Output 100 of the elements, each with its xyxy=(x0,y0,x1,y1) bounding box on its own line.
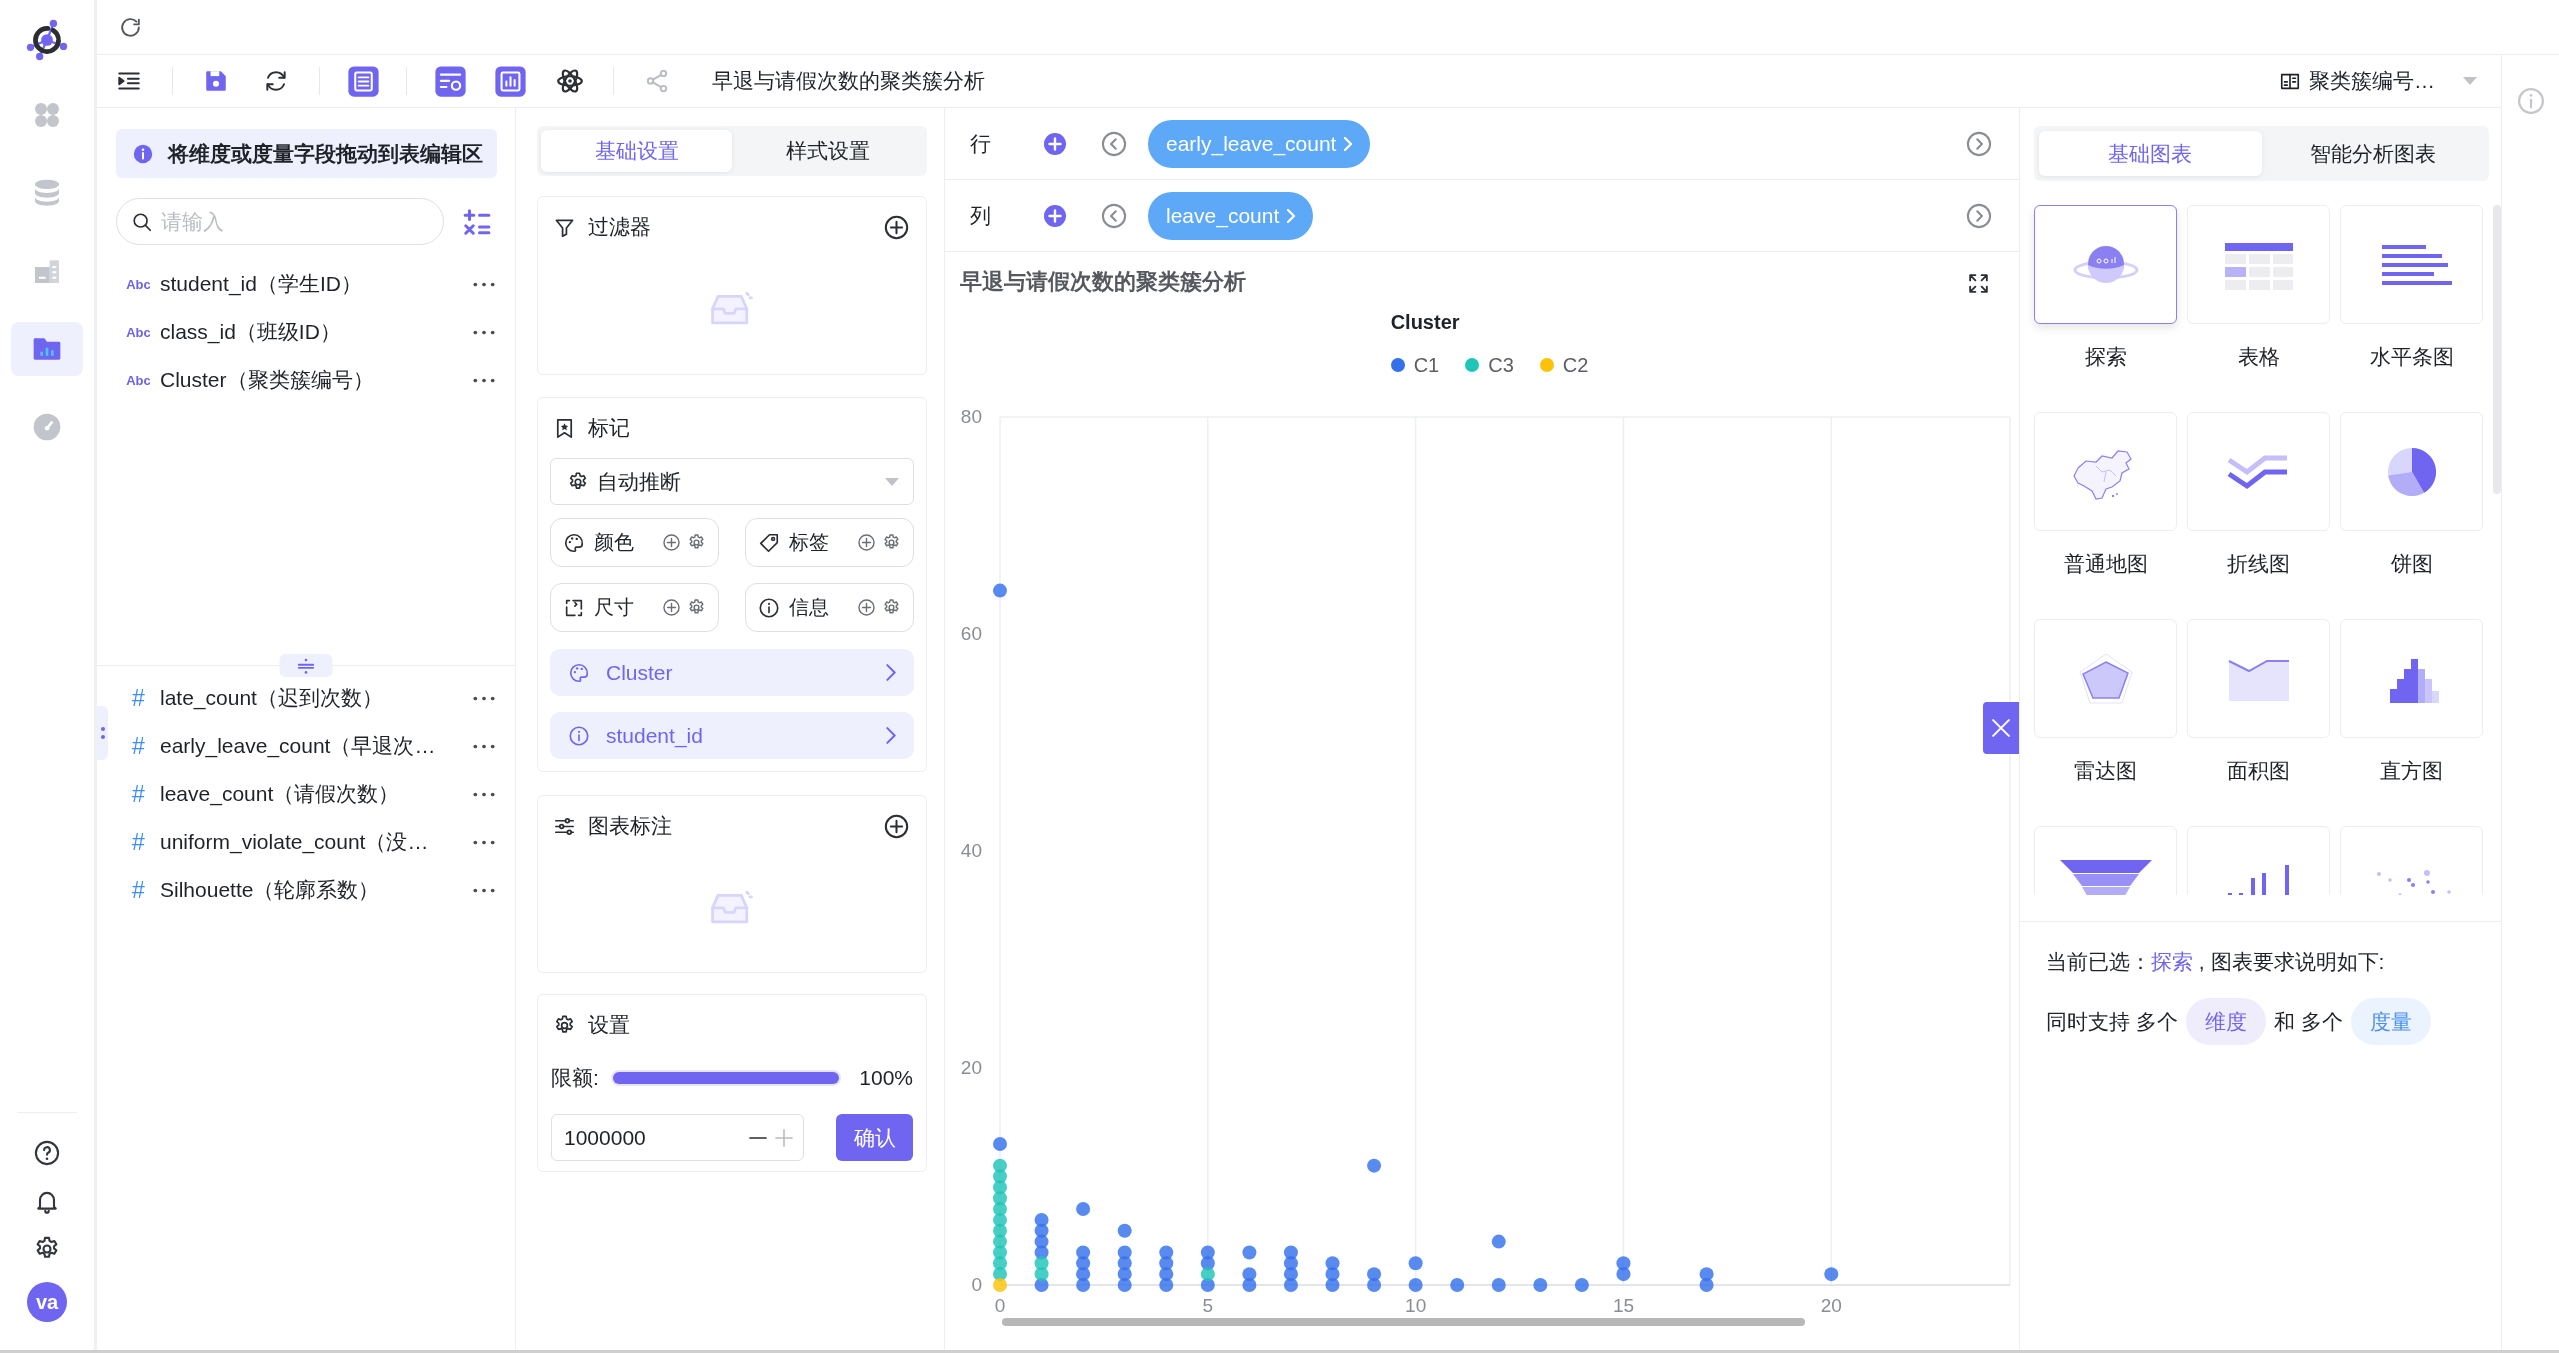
scrollbar[interactable] xyxy=(2493,205,2501,494)
limit-field[interactable]: 1000000 xyxy=(551,1114,804,1161)
data-point xyxy=(1367,1278,1382,1292)
add-icon[interactable] xyxy=(857,598,876,617)
add-icon[interactable] xyxy=(662,533,681,552)
add-icon[interactable] xyxy=(857,533,876,552)
data-point xyxy=(1491,1234,1506,1249)
chart-type-tile[interactable] xyxy=(2034,205,2177,324)
close-panel-button[interactable] xyxy=(1983,702,2019,754)
x-tick-label: 0 xyxy=(994,1295,1006,1316)
more-icon xyxy=(473,743,495,749)
legend-label[interactable]: C1 xyxy=(1413,353,1440,377)
settings-icon[interactable] xyxy=(882,598,901,617)
chevron-right-icon xyxy=(1287,208,1296,223)
save-icon xyxy=(203,68,229,94)
settings-icon[interactable] xyxy=(687,533,706,552)
horizontal-scrollbar[interactable] xyxy=(1002,1318,1805,1326)
selected-chart-link[interactable]: 探索 xyxy=(2151,950,2193,973)
data-point xyxy=(1824,1267,1839,1282)
mark-channel[interactable]: 尺寸 xyxy=(550,583,719,632)
channel-label: 颜色 xyxy=(594,530,634,555)
support-text: 同时支持 多个 xyxy=(2046,1008,2178,1035)
type-tag: # xyxy=(125,684,152,712)
data-point xyxy=(1325,1278,1340,1292)
assigned-field[interactable]: Cluster xyxy=(550,649,914,696)
add-field-button[interactable] xyxy=(1043,203,1067,228)
data-point xyxy=(1616,1267,1631,1282)
card-title: 图表标注 xyxy=(588,813,672,839)
assigned-field-name: student_id xyxy=(606,723,703,748)
dimension-field[interactable]: Cluster（聚类簇编号） xyxy=(160,366,374,394)
add-field-button[interactable] xyxy=(1043,131,1067,156)
logo-icon xyxy=(25,18,69,62)
measure-field[interactable]: late_count（迟到次数） xyxy=(160,684,383,712)
measure-field[interactable]: Silhouette（轮廓系数） xyxy=(160,876,380,904)
search-input[interactable]: 请输入 xyxy=(161,209,429,234)
info-icon xyxy=(132,142,154,165)
splitter-handle[interactable] xyxy=(279,654,333,677)
help-button[interactable] xyxy=(32,1138,62,1168)
assigned-field-name: Cluster xyxy=(606,660,673,685)
settings-icon[interactable] xyxy=(882,533,901,552)
gauge-icon xyxy=(31,411,63,443)
data-point xyxy=(1283,1278,1298,1292)
type-tag: # xyxy=(125,828,152,856)
data-point xyxy=(1367,1158,1382,1173)
settings-tab[interactable]: 基础设置 xyxy=(541,130,732,172)
add-filter-button[interactable] xyxy=(882,213,910,241)
scroll-right-button[interactable] xyxy=(1965,201,1993,230)
type-tag: # xyxy=(125,732,152,760)
mark-type-value: 自动推断 xyxy=(597,468,681,495)
analysis-title: 早退与请假次数的聚类簇分析 xyxy=(712,68,985,94)
dimension-field[interactable]: student_id（学生ID） xyxy=(160,270,362,298)
data-point xyxy=(1242,1245,1257,1260)
field-settings-button[interactable] xyxy=(433,64,467,98)
card-title: 标记 xyxy=(588,415,630,441)
atom-icon xyxy=(557,68,583,94)
y-tick-label: 20 xyxy=(960,1057,982,1078)
user-avatar[interactable]: va xyxy=(27,1282,67,1322)
measure-field[interactable]: early_leave_count（早退次… xyxy=(160,732,436,760)
measure-field[interactable]: uniform_violate_count（没… xyxy=(160,828,429,856)
limit-reading: 100% xyxy=(859,1066,913,1090)
chart-type-tab[interactable]: 智能分析图表 xyxy=(2261,131,2484,176)
type-tag: Abc xyxy=(125,276,152,292)
scroll-right-button[interactable] xyxy=(1965,129,1993,158)
chart-title: 早退与请假次数的聚类簇分析 xyxy=(960,268,1246,296)
more-icon xyxy=(473,281,495,287)
settings-icon[interactable] xyxy=(687,598,706,617)
assigned-field[interactable]: student_id xyxy=(550,712,914,759)
nav-button[interactable] xyxy=(11,322,83,376)
mark-channel[interactable]: 信息 xyxy=(745,583,914,632)
drag-handle-icon xyxy=(297,657,315,674)
minus-icon[interactable] xyxy=(749,1135,767,1140)
data-point xyxy=(1117,1278,1132,1292)
mark-channel[interactable]: 标签 xyxy=(745,518,914,567)
add-annotation-button[interactable] xyxy=(882,812,910,840)
collapse-handle[interactable] xyxy=(97,706,108,760)
settings-tab[interactable]: 样式设置 xyxy=(732,130,923,172)
data-point xyxy=(993,1158,1007,1173)
chart-type-label: 折线图 xyxy=(2227,552,2290,576)
scroll-left-button[interactable] xyxy=(1100,201,1128,230)
scroll-left-button[interactable] xyxy=(1100,129,1128,158)
mark-type-select[interactable]: 自动推断 xyxy=(550,458,914,505)
mark-channel[interactable]: 颜色 xyxy=(550,518,719,567)
dimension-field[interactable]: class_id（班级ID） xyxy=(160,318,341,346)
chart-view-button[interactable] xyxy=(493,64,527,98)
dataset-name: 聚类簇编号… xyxy=(2309,68,2435,94)
table-view-button[interactable] xyxy=(346,64,380,98)
chart-type-tab[interactable]: 基础图表 xyxy=(2039,131,2262,176)
legend-label[interactable]: C3 xyxy=(1488,353,1514,377)
add-icon xyxy=(1043,131,1067,156)
search-icon xyxy=(131,210,153,233)
dataset-dropdown[interactable]: 聚类簇编号… xyxy=(2279,67,2477,95)
add-icon[interactable] xyxy=(662,598,681,617)
shelf-field-name: early_leave_count xyxy=(1166,131,1337,156)
data-point xyxy=(993,583,1007,598)
measure-field[interactable]: leave_count（请假次数） xyxy=(160,780,400,808)
limit-input[interactable]: 1000000 xyxy=(564,1125,741,1150)
info-icon xyxy=(2515,86,2546,116)
palette-icon xyxy=(568,661,590,684)
confirm-button[interactable]: 确认 xyxy=(836,1114,913,1161)
legend-label[interactable]: C2 xyxy=(1562,353,1589,377)
